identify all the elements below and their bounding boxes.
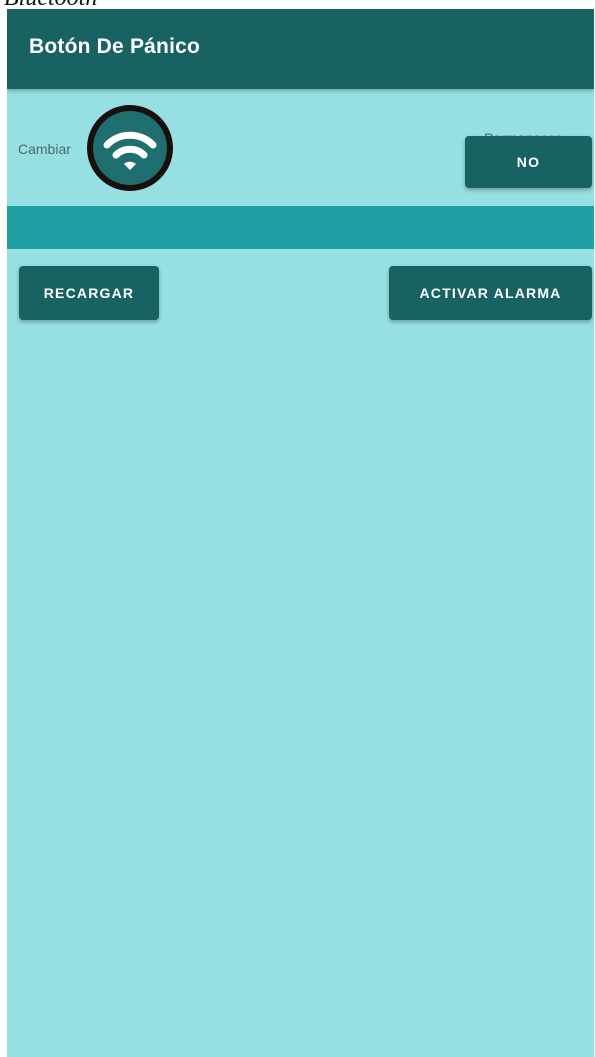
wifi-toggle-button[interactable] [87,105,173,191]
recargar-button[interactable]: RECARGAR [19,266,159,320]
status-strip [7,206,594,249]
cambiar-label: Cambiar [18,141,71,157]
permanecer-toggle-button[interactable]: NO [465,136,592,188]
app-bar: Botón De Pánico [7,9,594,89]
wifi-icon [93,111,167,185]
page-title: Botón De Pánico [29,35,201,58]
app-screen: Botón De Pánico Cambiar Permanecer NO RE… [7,9,594,1057]
activar-alarma-button[interactable]: ACTIVAR ALARMA [389,266,592,320]
